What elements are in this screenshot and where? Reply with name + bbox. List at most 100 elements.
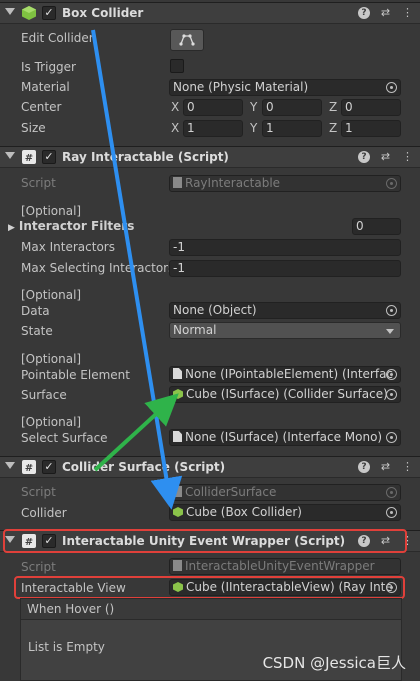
- box-collider-header[interactable]: ✓ Box Collider ? ⇄ ⋮: [0, 2, 420, 24]
- center-label: Center: [21, 100, 62, 114]
- is-trigger-checkbox[interactable]: [170, 59, 184, 73]
- ray-interactable-header[interactable]: # ✓ Ray Interactable (Script) ? ⇄ ⋮: [0, 146, 420, 168]
- help-icon[interactable]: ?: [358, 151, 370, 163]
- script-field: RayInteractable: [169, 175, 401, 192]
- svg-text:#: #: [25, 153, 33, 164]
- max-selecting-input[interactable]: -1: [169, 260, 401, 277]
- cube-icon: [173, 507, 183, 517]
- surface-field[interactable]: Cube (ISurface) (Collider Surface): [169, 386, 401, 403]
- collider-label: Collider: [21, 506, 67, 520]
- context-menu-icon[interactable]: ⋮: [401, 460, 414, 474]
- object-picker-icon[interactable]: [386, 369, 397, 380]
- material-label: Material: [21, 80, 70, 94]
- max-selecting-label: Max Selecting Interactors: [21, 261, 175, 275]
- optional-label: [Optional]: [21, 415, 82, 429]
- center-x-label: X: [171, 100, 180, 114]
- foldout-arrow-icon[interactable]: ▶: [8, 223, 15, 233]
- edit-bounds-icon: [179, 34, 195, 46]
- script-value: ColliderSurface: [185, 485, 277, 499]
- cube-icon: [173, 389, 183, 399]
- max-interactors-input[interactable]: -1: [169, 239, 401, 256]
- component-title: Box Collider: [62, 6, 144, 20]
- size-x-input[interactable]: 1: [183, 120, 243, 137]
- object-picker-icon[interactable]: [386, 507, 397, 518]
- center-z-input[interactable]: 0: [341, 99, 401, 116]
- fold-arrow-icon[interactable]: [5, 462, 15, 469]
- help-icon[interactable]: ?: [358, 7, 370, 19]
- script-field: InteractableUnityEventWrapper: [169, 558, 401, 575]
- context-menu-icon[interactable]: ⋮: [401, 6, 414, 20]
- edit-collider-button[interactable]: [170, 29, 204, 51]
- size-label: Size: [21, 121, 46, 135]
- context-menu-icon[interactable]: ⋮: [401, 150, 414, 164]
- surface-label: Surface: [21, 388, 67, 402]
- data-field[interactable]: None (Object): [169, 302, 401, 319]
- fold-arrow-icon[interactable]: [5, 8, 15, 15]
- state-dropdown[interactable]: Normal: [169, 322, 401, 339]
- collider-surface-header[interactable]: # ✓ Collider Surface (Script) ? ⇄ ⋮: [0, 456, 420, 478]
- size-x-label: X: [171, 121, 180, 135]
- enabled-checkbox[interactable]: ✓: [42, 6, 56, 20]
- script-field: ColliderSurface: [169, 484, 401, 501]
- center-y-label: Y: [250, 100, 258, 114]
- select-surface-label: Select Surface: [21, 431, 108, 445]
- script-icon: #: [22, 460, 36, 474]
- optional-label: [Optional]: [21, 204, 82, 218]
- pointable-element-label: Pointable Element: [21, 368, 130, 382]
- enabled-checkbox[interactable]: ✓: [42, 150, 56, 164]
- interactor-filters-label[interactable]: ▶ Interactor Filters: [8, 219, 134, 233]
- document-icon: [173, 368, 182, 379]
- script-file-icon: [173, 560, 182, 571]
- object-picker-icon[interactable]: [386, 432, 397, 443]
- script-label: Script: [21, 176, 56, 190]
- collider-value: Cube (Box Collider): [186, 505, 302, 519]
- fold-arrow-icon[interactable]: [5, 152, 15, 159]
- max-interactors-label: Max Interactors: [21, 240, 115, 254]
- presets-icon[interactable]: ⇄: [379, 460, 392, 474]
- enabled-checkbox[interactable]: ✓: [42, 460, 56, 474]
- view-highlight: [14, 576, 405, 599]
- size-z-input[interactable]: 1: [341, 120, 401, 137]
- object-picker-icon: [386, 178, 397, 189]
- edit-collider-label: Edit Collider: [21, 31, 94, 45]
- is-trigger-label: Is Trigger: [21, 60, 76, 74]
- script-file-icon: [173, 177, 182, 188]
- size-y-input[interactable]: 1: [262, 120, 322, 137]
- object-picker-icon[interactable]: [386, 389, 397, 400]
- script-value: InteractableUnityEventWrapper: [185, 559, 375, 573]
- optional-label: [Optional]: [21, 288, 82, 302]
- collider-field[interactable]: Cube (Box Collider): [169, 504, 401, 521]
- pointable-element-field[interactable]: None (IPointableElement) (Interfac: [169, 366, 401, 383]
- chevron-down-icon: [386, 329, 394, 334]
- center-x-input[interactable]: 0: [183, 99, 243, 116]
- box-collider-icon: [22, 6, 36, 20]
- state-value: Normal: [173, 323, 217, 337]
- script-label: Script: [21, 560, 56, 574]
- help-icon[interactable]: ?: [358, 461, 370, 473]
- list-empty-label: List is Empty: [28, 640, 105, 654]
- center-y-input[interactable]: 0: [262, 99, 322, 116]
- object-picker-icon[interactable]: [386, 82, 397, 93]
- center-z-label: Z: [329, 100, 338, 114]
- surface-value: Cube (ISurface) (Collider Surface): [186, 387, 388, 401]
- presets-icon[interactable]: ⇄: [379, 150, 392, 164]
- select-surface-field[interactable]: None (ISurface) (Interface Mono): [169, 429, 401, 446]
- header-highlight: [3, 529, 407, 553]
- component-title: Collider Surface (Script): [62, 460, 226, 474]
- svg-text:#: #: [25, 463, 33, 474]
- size-z-label: Z: [329, 121, 338, 135]
- script-label: Script: [21, 485, 56, 499]
- data-value: None (Object): [173, 303, 257, 317]
- presets-icon[interactable]: ⇄: [379, 6, 392, 20]
- watermark: CSDN @Jessica巨人: [262, 654, 406, 672]
- interactor-filters-count[interactable]: 0: [352, 218, 401, 235]
- state-label: State: [21, 324, 53, 338]
- script-icon: #: [22, 150, 36, 164]
- optional-label: [Optional]: [21, 352, 82, 366]
- material-field[interactable]: None (Physic Material): [169, 79, 401, 96]
- object-picker-icon[interactable]: [386, 305, 397, 316]
- material-value: None (Physic Material): [173, 80, 309, 94]
- interactor-filters-text: Interactor Filters: [18, 219, 135, 233]
- document-icon: [173, 431, 182, 442]
- size-y-label: Y: [250, 121, 258, 135]
